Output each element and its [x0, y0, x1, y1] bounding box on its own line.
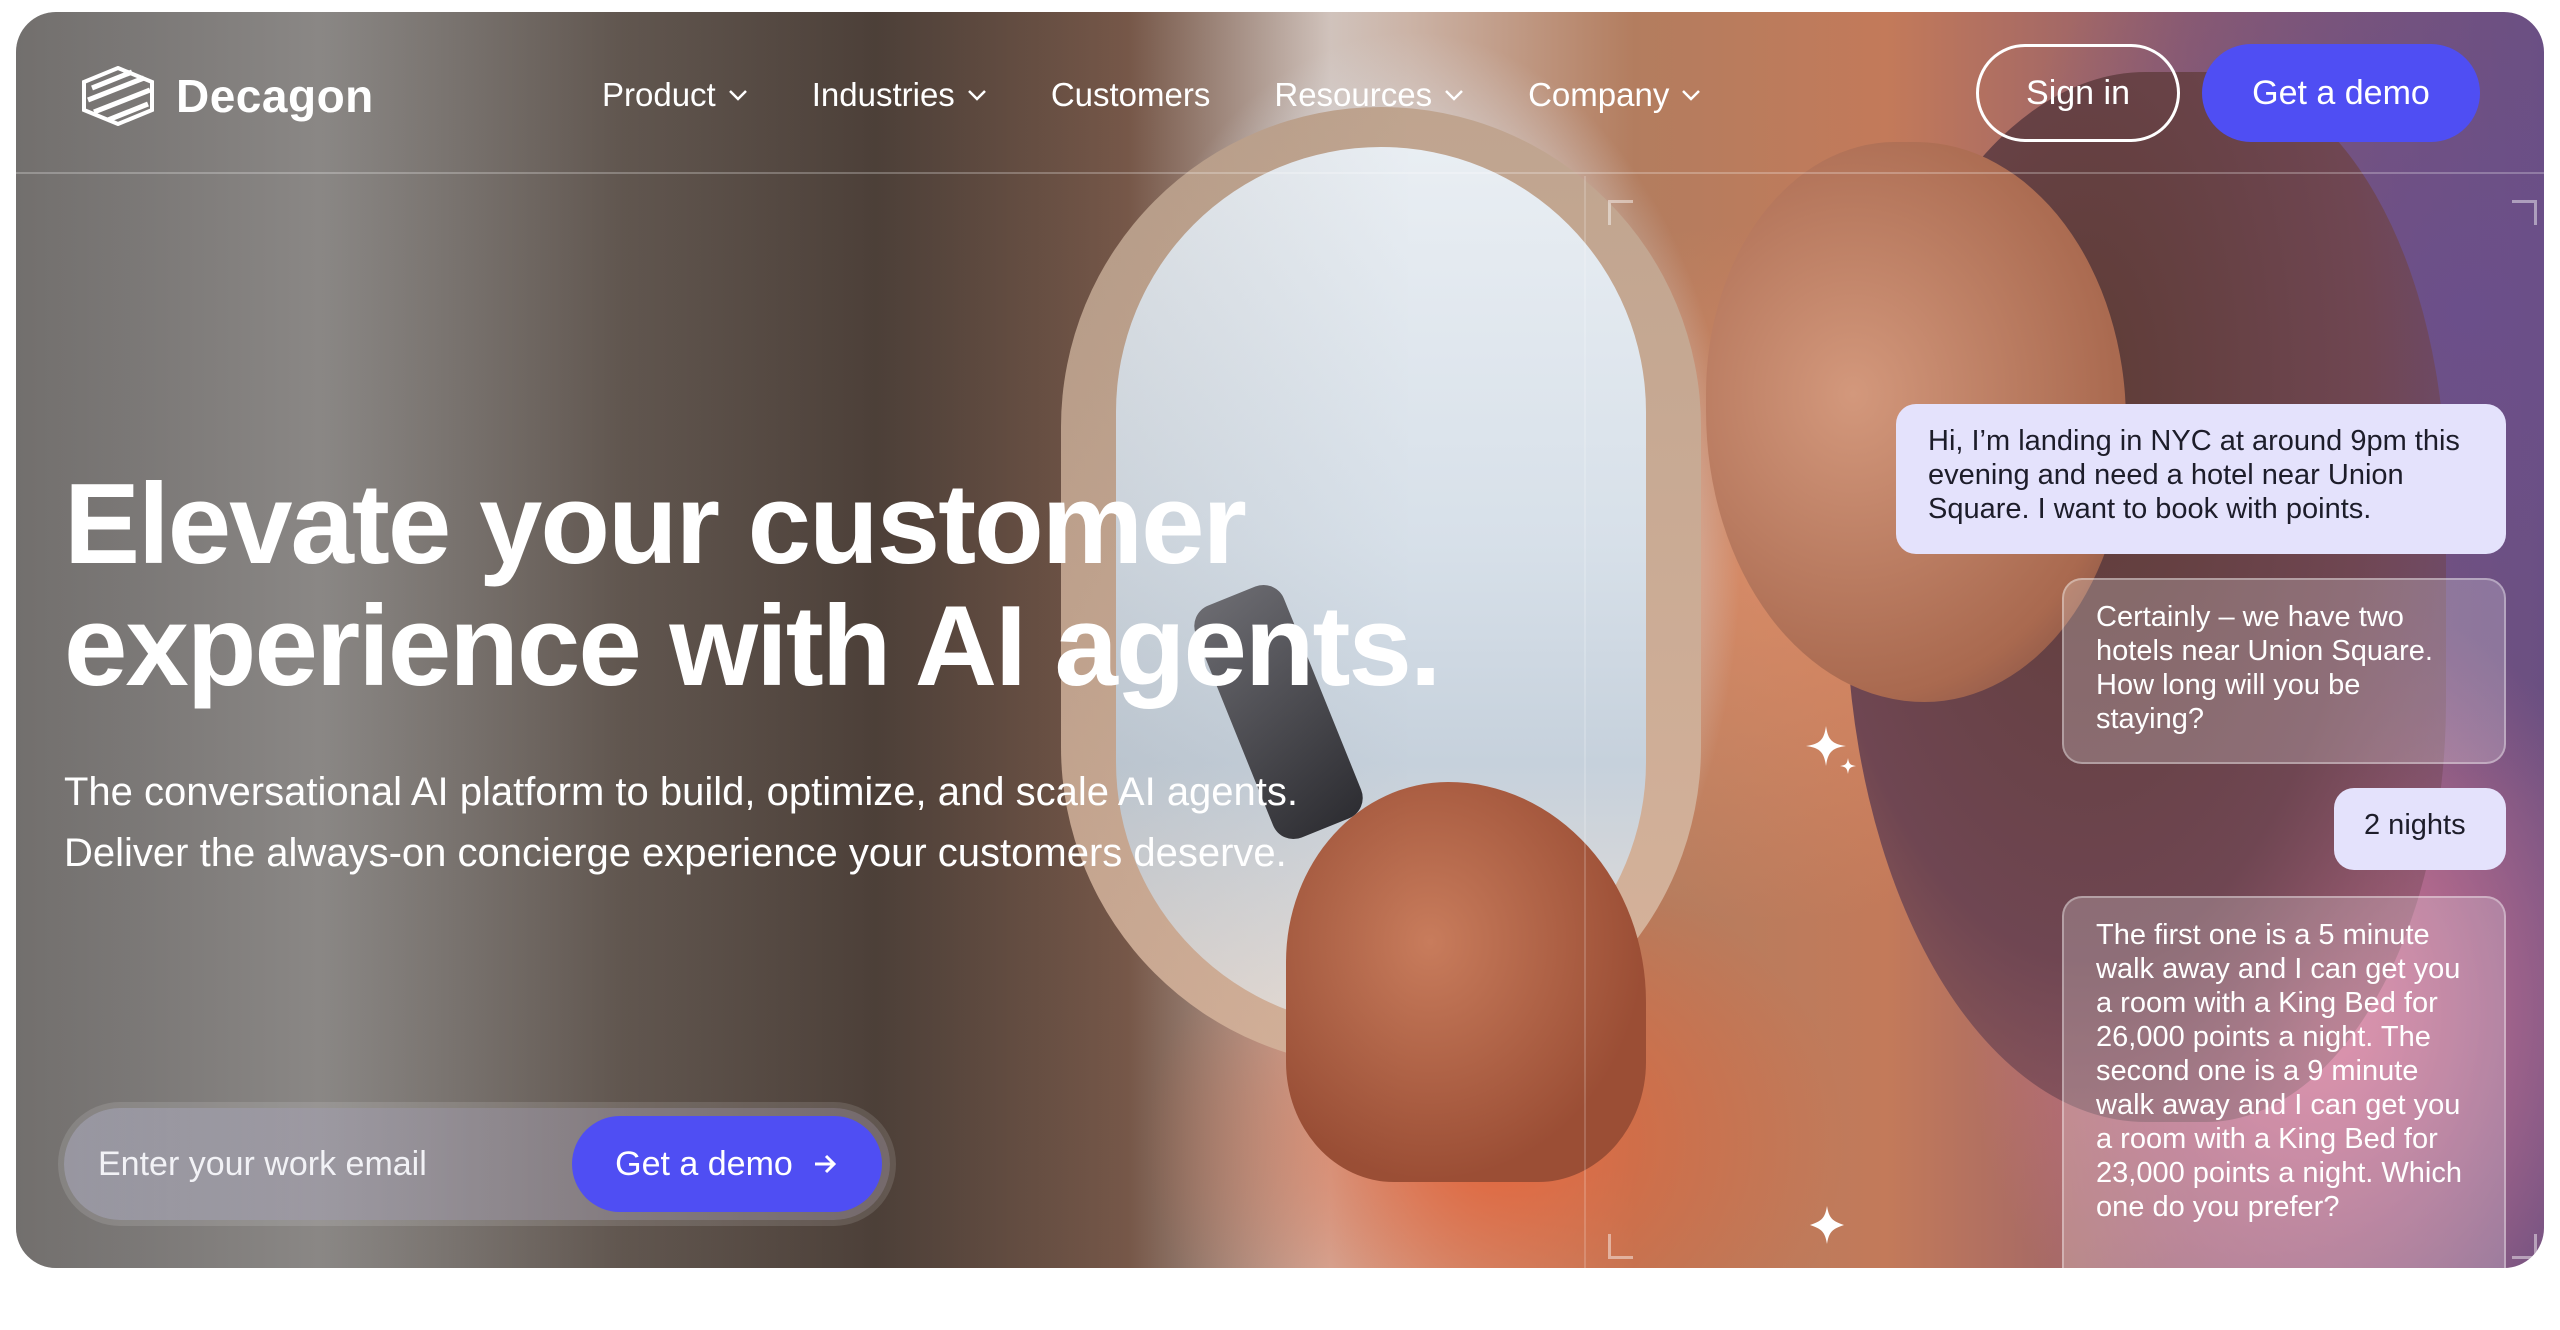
vertical-divider [1584, 176, 1586, 1268]
chevron-down-icon [1445, 90, 1463, 101]
subheading-line: The conversational AI platform to build,… [64, 770, 1299, 814]
get-demo-button-header[interactable]: Get a demo [2202, 44, 2480, 142]
sparkle-icon [1810, 1206, 1844, 1244]
brand-name: Decagon [176, 70, 374, 122]
frame-corner [1608, 200, 1633, 225]
main-nav: Product Industries Customers Resources C… [602, 76, 1765, 114]
headline-line: Elevate your customer [64, 461, 1247, 588]
headline-line: experience with AI agents. [64, 583, 1442, 710]
chat-message-user: Hi, I’m landing in NYC at around 9pm thi… [1896, 404, 2506, 554]
hero-headline: Elevate your customer experience with AI… [64, 464, 1444, 708]
hero-subheading: The conversational AI platform to build,… [64, 762, 1364, 884]
chevron-down-icon [728, 90, 747, 101]
nav-item-company[interactable]: Company [1528, 76, 1701, 114]
nav-item-customers[interactable]: Customers [1051, 76, 1211, 114]
nav-item-label: Resources [1274, 76, 1433, 113]
brand-logo[interactable]: Decagon [80, 64, 374, 128]
chat-message-agent: Certainly – we have two hotels near Unio… [2062, 578, 2506, 764]
get-demo-label: Get a demo [615, 1144, 793, 1183]
arrow-right-icon [814, 1154, 836, 1174]
demo-form: Get a demo [64, 1108, 890, 1220]
frame-corner [1608, 1234, 1633, 1259]
nav-item-label: Industries [811, 76, 955, 113]
nav-item-label: Product [602, 76, 716, 113]
get-demo-button-form[interactable]: Get a demo [572, 1116, 882, 1212]
chevron-down-icon [967, 90, 986, 101]
nav-item-product[interactable]: Product [602, 76, 748, 114]
decagon-logo-icon [82, 66, 154, 126]
frame-corner [2512, 200, 2537, 225]
nav-item-industries[interactable]: Industries [812, 76, 987, 114]
subheading-line: Deliver the always-on concierge experien… [64, 831, 1287, 875]
work-email-input[interactable] [64, 1108, 584, 1220]
chat-message-agent: The first one is a 5 minute walk away an… [2062, 896, 2506, 1268]
nav-item-label: Customers [1050, 76, 1211, 113]
frame-corner [2512, 1234, 2537, 1259]
sparkle-icon [1806, 726, 1856, 774]
chat-message-user: 2 nights [2334, 788, 2506, 870]
nav-divider [16, 172, 2544, 174]
hero-section: Decagon Product Industries Customers Res… [16, 12, 2544, 1268]
sign-in-button[interactable]: Sign in [1976, 44, 2180, 142]
nav-item-resources[interactable]: Resources [1274, 76, 1464, 114]
chevron-down-icon [1682, 90, 1701, 101]
nav-item-label: Company [1528, 76, 1670, 113]
